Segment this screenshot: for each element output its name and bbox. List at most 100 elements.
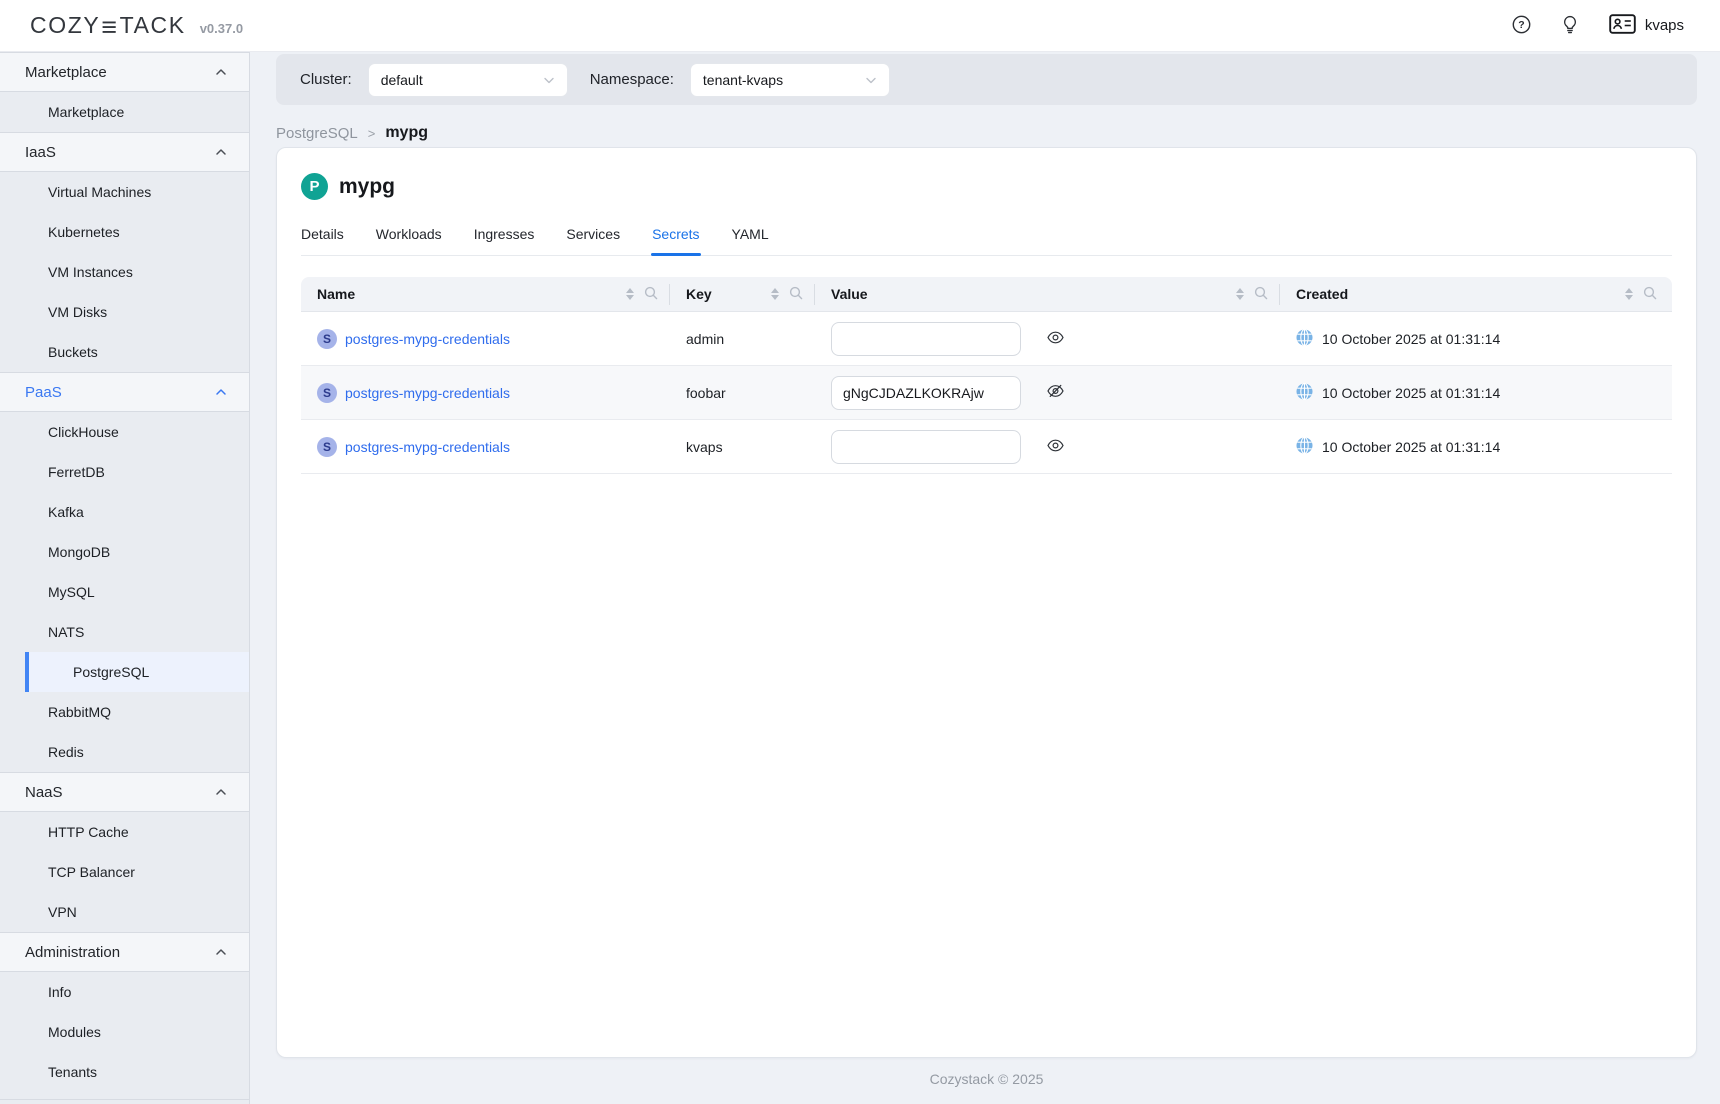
sort-button[interactable] xyxy=(1236,288,1244,300)
search-button[interactable] xyxy=(644,286,658,303)
sidebar-item-ferretdb[interactable]: FerretDB xyxy=(0,452,249,492)
sidebar-item-kubernetes[interactable]: Kubernetes xyxy=(0,212,249,252)
secret-badge: S xyxy=(317,383,337,403)
theme-toggle-button[interactable] xyxy=(1561,15,1579,37)
sort-button[interactable] xyxy=(771,288,779,300)
search-button[interactable] xyxy=(789,286,803,303)
column-label: Name xyxy=(317,286,355,302)
group-label: NaaS xyxy=(25,784,63,801)
brand: COZY≡TACK v0.37.0 xyxy=(30,12,243,39)
chevron-up-icon xyxy=(215,64,227,81)
sidebar-item-label: Tenants xyxy=(48,1064,97,1080)
sort-button[interactable] xyxy=(1625,288,1633,300)
cluster-label: Cluster: xyxy=(300,71,352,88)
sidebar-item-tcp-balancer[interactable]: TCP Balancer xyxy=(0,852,249,892)
group-label: Administration xyxy=(25,944,120,961)
sidebar-group-marketplace[interactable]: Marketplace xyxy=(0,52,249,92)
secret-value-input[interactable] xyxy=(831,430,1021,464)
search-button[interactable] xyxy=(1643,286,1657,303)
svg-text:?: ? xyxy=(1518,19,1524,31)
sidebar-item-marketplace[interactable]: Marketplace xyxy=(0,92,249,132)
column-header-key: Key xyxy=(670,277,815,311)
chevron-up-icon xyxy=(215,944,227,961)
chevron-down-icon xyxy=(543,72,555,88)
sidebar-item-label: TCP Balancer xyxy=(48,864,135,880)
namespace-select-value: tenant-kvaps xyxy=(703,72,783,88)
sidebar-item-label: VPN xyxy=(48,904,77,920)
sidebar-item-modules[interactable]: Modules xyxy=(0,1012,249,1052)
tab-details[interactable]: Details xyxy=(301,226,344,255)
user-menu[interactable]: kvaps xyxy=(1609,14,1684,38)
secret-value-input[interactable] xyxy=(831,376,1021,410)
column-header-value: Value xyxy=(815,277,1280,311)
sidebar-group-paas[interactable]: PaaS xyxy=(0,372,249,412)
breadcrumb-current: mypg xyxy=(385,124,428,142)
app-header: COZY≡TACK v0.37.0 ? kvaps xyxy=(0,0,1720,52)
group-label: IaaS xyxy=(25,144,56,161)
logo-text-pre: COZY xyxy=(30,12,100,39)
sidebar-item-virtual-machines[interactable]: Virtual Machines xyxy=(0,172,249,212)
toggle-visibility-button[interactable] xyxy=(1047,331,1064,347)
secret-name-link[interactable]: postgres-mypg-credentials xyxy=(345,385,510,401)
table-header-row: Name Key Value xyxy=(301,277,1672,312)
created-timestamp: 10 October 2025 at 01:31:14 xyxy=(1322,331,1500,347)
sidebar-item-label: Buckets xyxy=(48,344,98,360)
cluster-select[interactable]: default xyxy=(368,63,568,97)
toggle-visibility-button[interactable] xyxy=(1047,384,1064,401)
tab-yaml[interactable]: YAML xyxy=(732,226,769,255)
sidebar-group-administration[interactable]: Administration xyxy=(0,932,249,972)
sidebar-group-paas-items: ClickHouse FerretDB Kafka MongoDB MySQL … xyxy=(0,412,249,772)
tab-workloads[interactable]: Workloads xyxy=(376,226,442,255)
secret-badge: S xyxy=(317,437,337,457)
sidebar-item-clickhouse[interactable]: ClickHouse xyxy=(0,412,249,452)
sidebar-item-buckets[interactable]: Buckets xyxy=(0,332,249,372)
sidebar-item-redis[interactable]: Redis xyxy=(0,732,249,772)
breadcrumb-parent-link[interactable]: PostgreSQL xyxy=(276,125,358,142)
sidebar-item-label: VM Instances xyxy=(48,264,133,280)
chevron-up-icon xyxy=(215,784,227,801)
sidebar-item-mysql[interactable]: MySQL xyxy=(0,572,249,612)
sidebar-item-tenants[interactable]: Tenants xyxy=(0,1052,249,1092)
sidebar-item-rabbitmq[interactable]: RabbitMQ xyxy=(0,692,249,732)
secret-name-link[interactable]: postgres-mypg-credentials xyxy=(345,331,510,347)
page-footer: Cozystack © 2025 xyxy=(276,1058,1697,1100)
secret-name-cell: S postgres-mypg-credentials xyxy=(301,329,670,349)
search-icon xyxy=(789,286,803,303)
sort-button[interactable] xyxy=(626,288,634,300)
sidebar-item-postgresql[interactable]: PostgreSQL xyxy=(25,652,249,692)
toggle-visibility-button[interactable] xyxy=(1047,439,1064,455)
sidebar-item-info[interactable]: Info xyxy=(0,972,249,1012)
sidebar-item-label: Kubernetes xyxy=(48,224,120,240)
cozystack-logo: COZY≡TACK xyxy=(30,12,186,39)
namespace-select[interactable]: tenant-kvaps xyxy=(690,63,890,97)
help-button[interactable]: ? xyxy=(1512,15,1531,37)
sidebar-item-nats[interactable]: NATS xyxy=(0,612,249,652)
table-row: S postgres-mypg-credentials kvaps 10 Oct… xyxy=(301,420,1672,474)
sidebar-item-vm-instances[interactable]: VM Instances xyxy=(0,252,249,292)
cluster-select-value: default xyxy=(381,72,423,88)
sidebar-item-vpn[interactable]: VPN xyxy=(0,892,249,932)
group-label: Marketplace xyxy=(25,64,107,81)
sidebar-item-kafka[interactable]: Kafka xyxy=(0,492,249,532)
sidebar-item-vm-disks[interactable]: VM Disks xyxy=(0,292,249,332)
caret-up-icon xyxy=(626,288,634,293)
sidebar-group-naas[interactable]: NaaS xyxy=(0,772,249,812)
table-row: S postgres-mypg-credentials foobar 10 Oc… xyxy=(301,366,1672,420)
context-toolbar: Cluster: default Namespace: tenant-kvaps xyxy=(276,54,1697,105)
sidebar-item-http-cache[interactable]: HTTP Cache xyxy=(0,812,249,852)
secret-name-link[interactable]: postgres-mypg-credentials xyxy=(345,439,510,455)
created-timestamp: 10 October 2025 at 01:31:14 xyxy=(1322,385,1500,401)
sidebar-bottom-divider xyxy=(0,1099,249,1100)
secret-key: foobar xyxy=(670,385,815,401)
caret-up-icon xyxy=(771,288,779,293)
search-button[interactable] xyxy=(1254,286,1268,303)
tab-services[interactable]: Services xyxy=(566,226,620,255)
search-icon xyxy=(1254,286,1268,303)
sidebar-group-iaas[interactable]: IaaS xyxy=(0,132,249,172)
tab-ingresses[interactable]: Ingresses xyxy=(474,226,535,255)
main-content: Cluster: default Namespace: tenant-kvaps… xyxy=(250,52,1720,1104)
tab-secrets[interactable]: Secrets xyxy=(652,226,699,255)
sidebar-item-label: MySQL xyxy=(48,584,95,600)
sidebar-item-mongodb[interactable]: MongoDB xyxy=(0,532,249,572)
secret-value-input[interactable] xyxy=(831,322,1021,356)
